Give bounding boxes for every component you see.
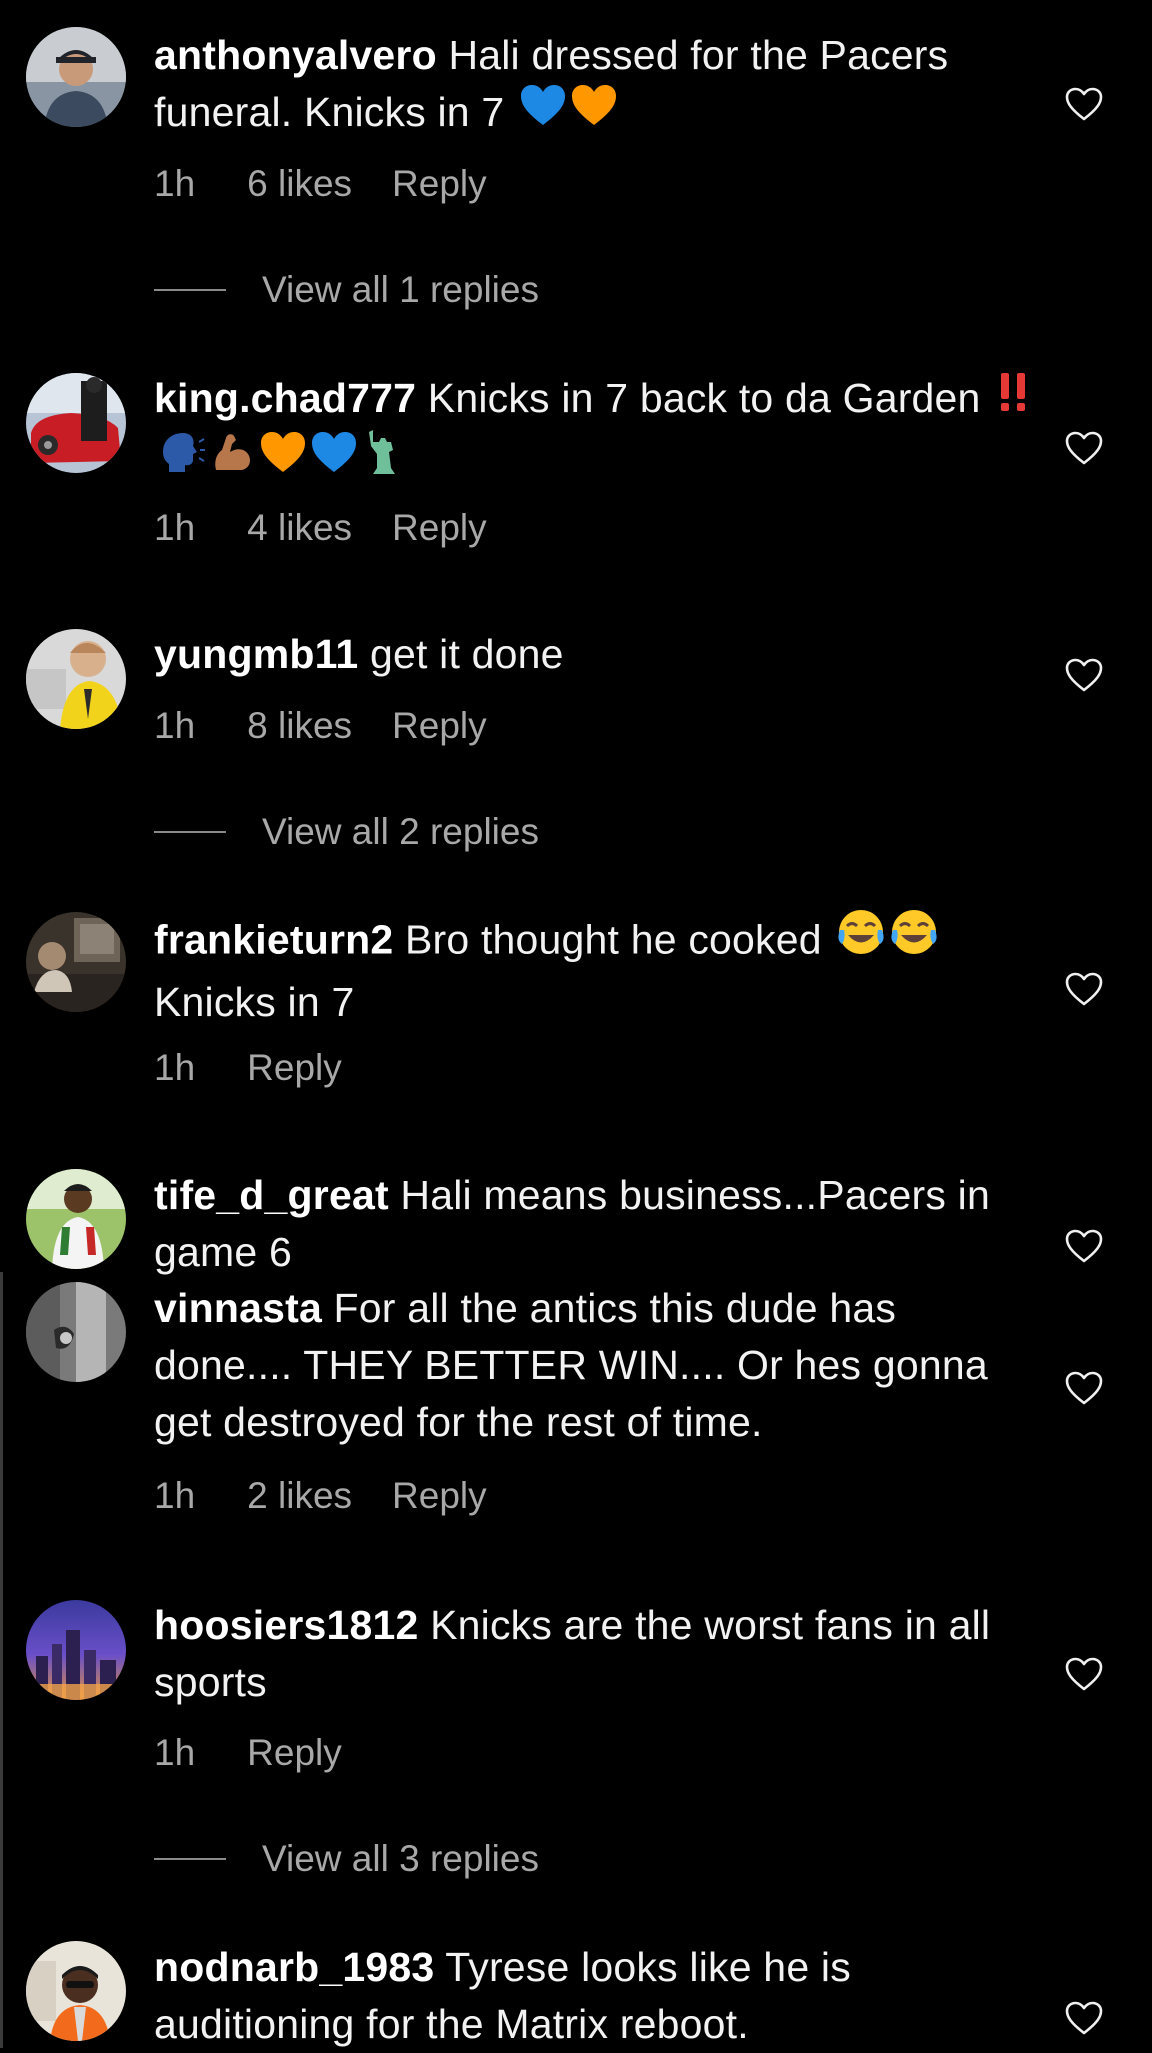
comment-time: 1h (154, 1475, 196, 1516)
blue-heart-icon (519, 83, 567, 142)
comment-text: get it done (369, 631, 564, 677)
orange-heart-icon (570, 83, 618, 142)
heart-outline-icon[interactable] (1064, 2000, 1104, 2036)
comment-username[interactable]: nodnarb_1983 (154, 1944, 434, 1990)
heart-outline-icon[interactable] (1064, 1370, 1104, 1406)
comment-username[interactable]: anthonyalvero (154, 32, 437, 78)
avatar[interactable] (26, 1282, 126, 1382)
view-replies-label: View all 3 replies (262, 1838, 539, 1879)
comment-likes[interactable]: 2 likes (247, 1474, 352, 1518)
comment-username[interactable]: tife_d_great (154, 1172, 389, 1218)
comment-username[interactable]: frankieturn2 (154, 916, 393, 962)
view-replies-link[interactable]: View all 3 replies (154, 1837, 539, 1881)
replies-divider-line (154, 289, 226, 292)
comment-time: 1h (154, 705, 196, 746)
comment-username[interactable]: vinnasta (154, 1285, 322, 1331)
replies-divider-line (154, 831, 226, 834)
view-replies-label: View all 2 replies (262, 811, 539, 852)
view-replies-label: View all 1 replies (262, 269, 539, 310)
flexed-biceps-icon (208, 430, 256, 489)
reply-button[interactable]: Reply (392, 506, 487, 550)
comment-time: 1h (154, 507, 196, 548)
statue-of-liberty-icon (361, 428, 405, 491)
comment-time: 1h (154, 163, 196, 204)
heart-outline-icon[interactable] (1064, 430, 1104, 466)
avatar[interactable] (26, 912, 126, 1012)
heart-outline-icon[interactable] (1064, 971, 1104, 1007)
reply-button[interactable]: Reply (392, 1474, 487, 1518)
comment-time: 1h (154, 1047, 196, 1088)
heart-outline-icon[interactable] (1064, 1228, 1104, 1264)
comment-text-continued: Knicks in 7 (154, 979, 355, 1025)
comment-username[interactable]: king.chad777 (154, 375, 416, 421)
speaking-head-icon (157, 430, 205, 489)
comment-likes[interactable]: 8 likes (247, 704, 352, 748)
comment-username[interactable]: hoosiers1812 (154, 1602, 419, 1648)
avatar[interactable] (26, 1169, 126, 1269)
screenshot-edge-strip (0, 1272, 3, 2048)
reply-button[interactable]: Reply (247, 1731, 342, 1775)
reply-button[interactable]: Reply (247, 1046, 342, 1090)
tears-of-joy-icon (889, 908, 939, 971)
blue-heart-icon (310, 430, 358, 489)
reply-button[interactable]: Reply (392, 162, 487, 206)
comment-username[interactable]: yungmb11 (154, 631, 358, 677)
avatar[interactable] (26, 629, 126, 729)
comment-likes[interactable]: 4 likes (247, 506, 352, 550)
heart-outline-icon[interactable] (1064, 657, 1104, 693)
replies-divider-line (154, 1858, 226, 1861)
comment-likes[interactable]: 6 likes (247, 162, 352, 206)
avatar[interactable] (26, 27, 126, 127)
double-exclamation-icon (995, 369, 1031, 428)
avatar[interactable] (26, 373, 126, 473)
comment-text: Bro thought he cooked (404, 916, 822, 963)
comment-time: 1h (154, 1732, 196, 1773)
view-replies-link[interactable]: View all 2 replies (154, 810, 539, 854)
avatar[interactable] (26, 1600, 126, 1700)
view-replies-link[interactable]: View all 1 replies (154, 268, 539, 312)
reply-button[interactable]: Reply (392, 704, 487, 748)
orange-heart-icon (259, 430, 307, 489)
avatar[interactable] (26, 1941, 126, 2041)
comment-text: Knicks in 7 back to da Garden (427, 375, 981, 421)
tears-of-joy-icon (836, 908, 886, 971)
heart-outline-icon[interactable] (1064, 1656, 1104, 1692)
heart-outline-icon[interactable] (1064, 86, 1104, 122)
